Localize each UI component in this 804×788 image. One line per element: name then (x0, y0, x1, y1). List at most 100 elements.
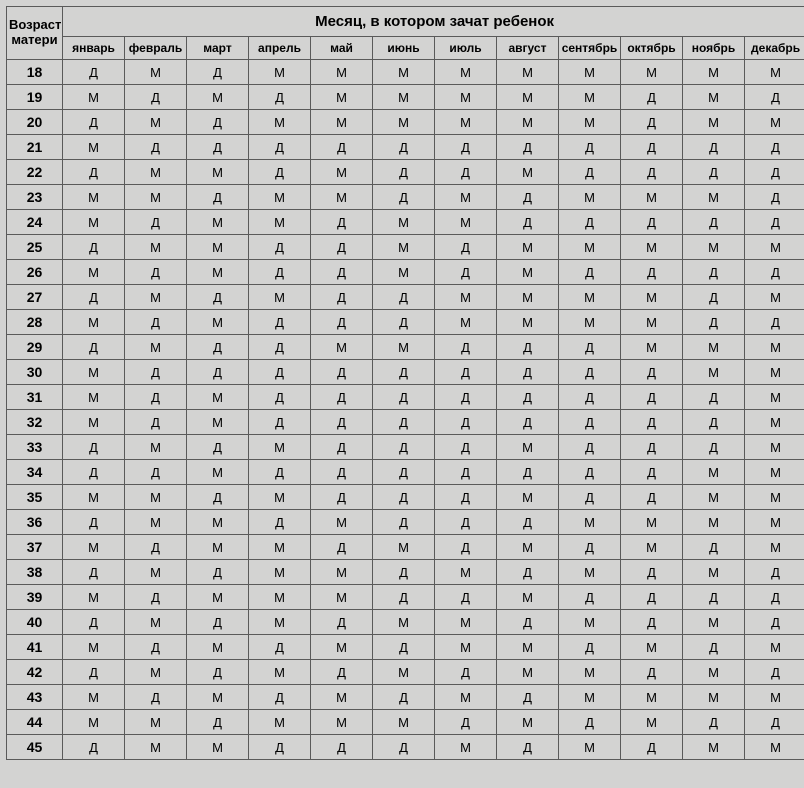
value-cell: Д (311, 735, 373, 760)
value-cell: Д (683, 635, 745, 660)
value-cell: Д (621, 485, 683, 510)
value-cell: Д (125, 535, 187, 560)
value-cell: Д (559, 460, 621, 485)
value-cell: Д (435, 160, 497, 185)
value-cell: М (63, 535, 125, 560)
value-cell: Д (125, 85, 187, 110)
value-cell: М (497, 310, 559, 335)
value-cell: М (683, 235, 745, 260)
value-cell: М (63, 635, 125, 660)
value-cell: Д (63, 110, 125, 135)
value-cell: Д (435, 385, 497, 410)
value-cell: Д (497, 185, 559, 210)
value-cell: Д (187, 185, 249, 210)
value-cell: М (187, 410, 249, 435)
value-cell: Д (683, 710, 745, 735)
value-cell: Д (435, 435, 497, 460)
value-cell: М (63, 85, 125, 110)
value-cell: Д (311, 435, 373, 460)
value-cell: М (125, 485, 187, 510)
value-cell: М (311, 710, 373, 735)
value-cell: М (621, 710, 683, 735)
value-cell: Д (187, 485, 249, 510)
value-cell: М (249, 535, 311, 560)
value-cell: М (683, 660, 745, 685)
value-cell: Д (249, 460, 311, 485)
value-cell: Д (249, 235, 311, 260)
value-cell: Д (683, 435, 745, 460)
value-cell: М (745, 510, 804, 535)
value-cell: Д (621, 360, 683, 385)
value-cell: М (187, 635, 249, 660)
value-cell: М (745, 285, 804, 310)
value-cell: Д (125, 460, 187, 485)
value-cell: М (745, 110, 804, 135)
age-cell: 30 (7, 360, 63, 385)
value-cell: Д (373, 435, 435, 460)
value-cell: Д (559, 710, 621, 735)
value-cell: М (373, 210, 435, 235)
value-cell: Д (249, 735, 311, 760)
value-cell: М (249, 185, 311, 210)
value-cell: М (683, 85, 745, 110)
value-cell: М (249, 485, 311, 510)
header-month: январь (63, 37, 125, 60)
value-cell: М (435, 110, 497, 135)
value-cell: Д (745, 210, 804, 235)
value-cell: М (63, 385, 125, 410)
value-cell: Д (373, 485, 435, 510)
table-row: 34ДДМДДДДДДДММ (7, 460, 804, 485)
table-row: 39МДМММДДМДДДД (7, 585, 804, 610)
value-cell: М (621, 185, 683, 210)
header-month: сентябрь (559, 37, 621, 60)
table-row: 41МДМДМДММДМДМ (7, 635, 804, 660)
value-cell: Д (683, 585, 745, 610)
value-cell: М (311, 185, 373, 210)
value-cell: Д (63, 660, 125, 685)
value-cell: М (435, 310, 497, 335)
value-cell: Д (125, 385, 187, 410)
value-cell: Д (621, 260, 683, 285)
value-cell: Д (373, 285, 435, 310)
value-cell: Д (249, 85, 311, 110)
value-cell: Д (373, 635, 435, 660)
value-cell: М (559, 285, 621, 310)
value-cell: М (249, 610, 311, 635)
value-cell: М (497, 260, 559, 285)
value-cell: Д (311, 235, 373, 260)
value-cell: М (63, 410, 125, 435)
value-cell: Д (125, 410, 187, 435)
value-cell: Д (559, 535, 621, 560)
value-cell: М (373, 235, 435, 260)
value-cell: М (63, 710, 125, 735)
value-cell: Д (187, 135, 249, 160)
value-cell: Д (497, 610, 559, 635)
value-cell: М (745, 235, 804, 260)
age-cell: 22 (7, 160, 63, 185)
value-cell: Д (373, 410, 435, 435)
value-cell: М (559, 735, 621, 760)
value-cell: М (745, 360, 804, 385)
value-cell: Д (745, 560, 804, 585)
value-cell: М (497, 285, 559, 310)
value-cell: Д (63, 435, 125, 460)
table-row: 21МДДДДДДДДДДД (7, 135, 804, 160)
value-cell: М (187, 735, 249, 760)
value-cell: М (497, 710, 559, 735)
age-cell: 45 (7, 735, 63, 760)
table-row: 28МДМДДДММММДД (7, 310, 804, 335)
value-cell: Д (621, 135, 683, 160)
age-cell: 18 (7, 60, 63, 85)
value-cell: М (373, 710, 435, 735)
value-cell: Д (249, 260, 311, 285)
table-row: 31МДМДДДДДДДДМ (7, 385, 804, 410)
value-cell: Д (63, 285, 125, 310)
value-cell: Д (249, 335, 311, 360)
value-cell: Д (373, 460, 435, 485)
value-cell: Д (249, 635, 311, 660)
value-cell: Д (373, 135, 435, 160)
value-cell: М (63, 210, 125, 235)
value-cell: М (559, 60, 621, 85)
value-cell: М (187, 310, 249, 335)
value-cell: М (559, 610, 621, 635)
